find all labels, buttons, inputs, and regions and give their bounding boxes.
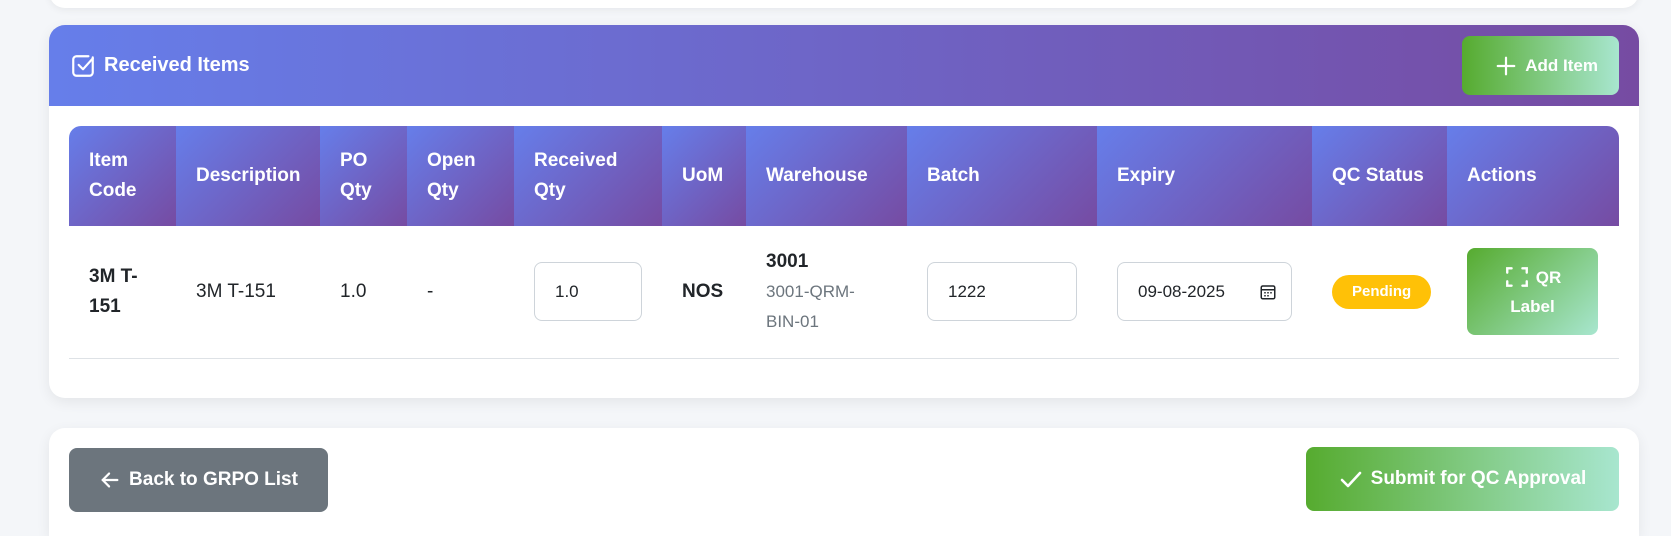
cell-received-qty	[514, 226, 662, 359]
card-title-text: Received Items	[104, 54, 250, 76]
header-item-code[interactable]: Item Code	[69, 126, 176, 226]
calendar-icon[interactable]	[1259, 283, 1277, 301]
header-uom[interactable]: UoM	[662, 126, 746, 226]
cell-expiry: 09-08-2025	[1097, 226, 1312, 359]
add-item-button[interactable]: Add Item	[1462, 36, 1619, 95]
received-items-table-wrapper: Item Code Description PO Qty Open Qty Re…	[69, 126, 1619, 359]
header-actions: Actions	[1447, 126, 1619, 226]
submit-button-label: Submit for QC Approval	[1370, 468, 1587, 489]
cell-qc-status: Pending	[1312, 226, 1447, 359]
received-items-card: Received Items Add Item Item Code Descri…	[49, 25, 1639, 398]
cell-description: 3M T-151	[176, 226, 320, 359]
expiry-date-input[interactable]: 09-08-2025	[1117, 262, 1292, 322]
header-batch[interactable]: Batch	[907, 126, 1097, 226]
cell-actions: QR Label	[1447, 226, 1619, 359]
add-item-label: Add Item	[1525, 55, 1598, 75]
received-qty-input[interactable]	[534, 262, 642, 322]
arrow-left-icon	[101, 472, 119, 488]
cell-batch	[907, 226, 1097, 359]
cell-open-qty: -	[407, 226, 514, 359]
received-items-table: Item Code Description PO Qty Open Qty Re…	[69, 126, 1619, 359]
qr-label-line1: QR	[1535, 267, 1562, 287]
header-open-qty[interactable]: Open Qty	[407, 126, 514, 226]
qr-scan-icon	[1505, 267, 1528, 288]
expiry-date-value: 09-08-2025	[1138, 281, 1225, 301]
qr-label-line2: Label	[1510, 296, 1555, 316]
warehouse-code: 3001	[766, 250, 809, 272]
table-header-row: Item Code Description PO Qty Open Qty Re…	[69, 126, 1619, 226]
header-description[interactable]: Description	[176, 126, 320, 226]
card-title: Received Items	[70, 53, 250, 79]
submit-for-qc-approval-button[interactable]: Submit for QC Approval	[1306, 447, 1619, 511]
previous-card	[49, 0, 1639, 8]
header-warehouse[interactable]: Warehouse	[746, 126, 907, 226]
card-header: Received Items Add Item	[49, 25, 1639, 106]
batch-input[interactable]	[927, 262, 1077, 322]
back-to-grpo-list-button[interactable]: Back to GRPO List	[69, 448, 328, 512]
warehouse-bin: 3001-QRM-BIN-01	[766, 281, 855, 331]
cell-warehouse: 3001 3001-QRM-BIN-01	[746, 226, 907, 359]
check-icon	[1340, 471, 1361, 488]
header-expiry[interactable]: Expiry	[1097, 126, 1312, 226]
header-qc-status[interactable]: QC Status	[1312, 126, 1447, 226]
cell-item-code: 3M T-151	[69, 226, 176, 359]
qr-label-button[interactable]: QR Label	[1467, 248, 1598, 336]
back-button-label: Back to GRPO List	[129, 469, 298, 490]
cell-po-qty: 1.0	[320, 226, 407, 359]
table-row: 3M T-151 3M T-151 1.0 - NOS 3001 3001-QR…	[69, 226, 1619, 359]
status-badge: Pending	[1332, 274, 1432, 309]
check-square-icon	[72, 54, 94, 77]
cell-uom: NOS	[662, 226, 746, 359]
header-po-qty[interactable]: PO Qty	[320, 126, 407, 226]
header-received-qty[interactable]: Received Qty	[514, 126, 662, 226]
actions-footer-card: Back to GRPO List Submit for QC Approval	[49, 428, 1639, 536]
plus-icon	[1496, 56, 1516, 75]
